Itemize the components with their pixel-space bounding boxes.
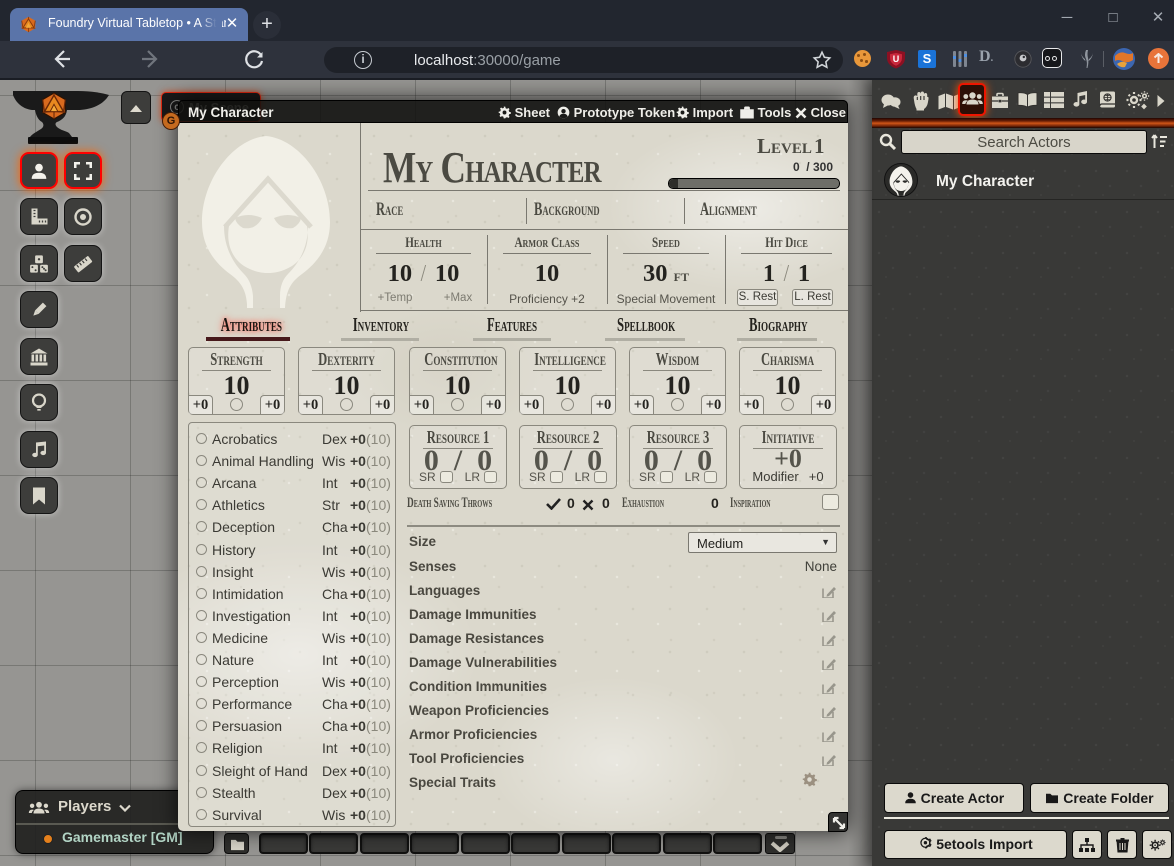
svg-text:U: U <box>893 54 900 64</box>
